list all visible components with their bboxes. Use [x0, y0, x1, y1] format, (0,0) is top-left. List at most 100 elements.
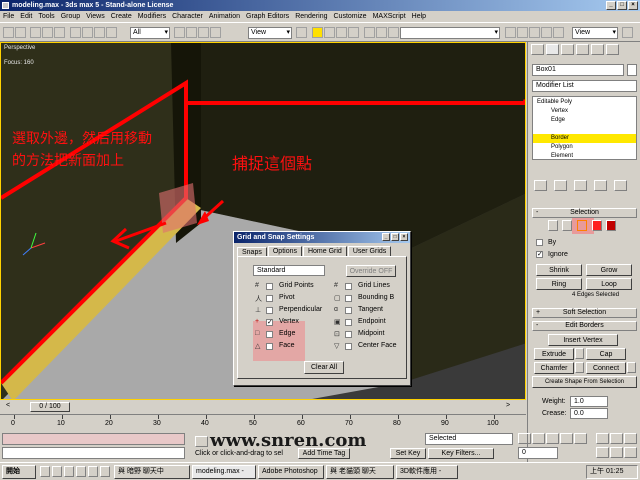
extrude-settings-icon[interactable] [575, 348, 584, 359]
select-object-icon[interactable] [70, 27, 81, 38]
stack-item-element[interactable]: Element [551, 152, 573, 161]
set-key-button[interactable]: Set Key [390, 448, 426, 459]
mirror-icon[interactable] [364, 27, 375, 38]
edit-borders-rollout[interactable]: - Edit Borders [532, 321, 637, 331]
face-checkbox[interactable] [266, 343, 273, 350]
quick-launch-icon[interactable] [76, 466, 86, 477]
material-editor-icon[interactable] [529, 27, 540, 38]
next-frame-icon[interactable]: > [506, 402, 518, 412]
utilities-tab-icon[interactable] [606, 44, 619, 55]
select-and-move-icon[interactable] [174, 27, 185, 38]
zoom-all-icon[interactable] [610, 433, 623, 444]
schematic-view-icon[interactable] [517, 27, 528, 38]
reference-coordinate-dropdown[interactable]: View [248, 27, 292, 39]
align-icon[interactable] [376, 27, 387, 38]
maximize-button[interactable]: □ [617, 1, 627, 10]
stack-item-editable-poly[interactable]: Editable Poly [537, 98, 572, 107]
menu-character[interactable]: Character [172, 13, 203, 20]
polygon-mode-icon[interactable] [592, 220, 602, 231]
previous-frame-icon[interactable] [532, 433, 545, 444]
weight-field[interactable]: 1.0 [570, 396, 608, 407]
menu-modifiers[interactable]: Modifiers [138, 13, 166, 20]
stack-item-polygon[interactable]: Polygon [551, 143, 573, 152]
element-mode-icon[interactable] [606, 220, 616, 231]
menu-help[interactable]: Help [412, 13, 426, 20]
by-vertex-checkbox[interactable] [536, 239, 543, 246]
tangent-checkbox[interactable] [345, 307, 352, 314]
minimize-button[interactable]: _ [606, 1, 616, 10]
window-crossing-icon[interactable] [106, 27, 117, 38]
snap-toggle-icon[interactable] [312, 27, 323, 38]
edge-mode-icon[interactable] [562, 220, 572, 231]
bind-space-warp-icon[interactable] [54, 27, 65, 38]
named-selection-dropdown[interactable] [400, 27, 500, 39]
clear-all-button[interactable]: Clear All [304, 361, 344, 374]
chamfer-button[interactable]: Chamfer [534, 362, 574, 374]
task-browser[interactable]: 3D軟件應用 - [396, 465, 458, 479]
shrink-button[interactable]: Shrink [536, 264, 582, 276]
select-and-rotate-icon[interactable] [186, 27, 197, 38]
maxscript-listener[interactable] [2, 433, 185, 445]
extrude-button[interactable]: Extrude [534, 348, 574, 360]
selection-filter-dropdown[interactable]: All [130, 27, 170, 39]
dialog-maximize-button[interactable]: □ [391, 233, 399, 241]
menu-graph-editors[interactable]: Graph Editors [246, 13, 289, 20]
undo-icon[interactable] [3, 27, 14, 38]
stack-item-border[interactable]: Border [551, 134, 569, 143]
configure-sets-icon[interactable] [614, 180, 627, 191]
vertex-checkbox[interactable]: ✓ [266, 319, 273, 326]
tab-options[interactable]: Options [267, 246, 302, 256]
menu-group[interactable]: Group [61, 13, 80, 20]
pan-icon[interactable] [610, 447, 623, 458]
quick-launch-icon[interactable] [100, 466, 110, 477]
pivot-center-icon[interactable] [296, 27, 307, 38]
bounding-box-checkbox[interactable] [345, 295, 352, 302]
loop-button[interactable]: Loop [586, 278, 632, 290]
soft-selection-rollout[interactable]: + Soft Selection [532, 308, 637, 318]
select-and-scale-icon[interactable] [198, 27, 209, 38]
border-mode-icon[interactable] [577, 220, 587, 231]
spinner-snap-icon[interactable] [348, 27, 359, 38]
maxscript-output[interactable] [2, 447, 185, 459]
object-name-field[interactable]: Box01 [532, 64, 624, 76]
quick-launch-icon[interactable] [88, 466, 98, 477]
display-tab-icon[interactable] [591, 44, 604, 55]
override-button[interactable]: Override OFF [346, 265, 396, 277]
link-icon[interactable] [30, 27, 41, 38]
crease-field[interactable]: 0.0 [570, 408, 608, 419]
field-of-view-icon[interactable] [596, 447, 609, 458]
remove-modifier-icon[interactable] [594, 180, 607, 191]
cap-button[interactable]: Cap [586, 348, 626, 360]
curve-editor-icon[interactable] [505, 27, 516, 38]
close-button[interactable]: × [628, 1, 638, 10]
ignore-backfacing-checkbox[interactable]: ✓ [536, 251, 543, 258]
grid-points-checkbox[interactable] [266, 283, 273, 290]
angle-snap-icon[interactable] [324, 27, 335, 38]
select-region-icon[interactable] [94, 27, 105, 38]
select-manipulate-icon[interactable] [210, 27, 221, 38]
time-slider-handle[interactable]: 0 / 100 [30, 402, 70, 412]
current-frame-field[interactable]: 0 [518, 447, 558, 459]
menu-customize[interactable]: Customize [334, 13, 367, 20]
zoom-icon[interactable] [596, 433, 609, 444]
tab-user-grids[interactable]: User Grids [347, 246, 392, 256]
show-end-result-icon[interactable] [554, 180, 567, 191]
key-mode-dropdown[interactable]: Selected [425, 433, 513, 445]
insert-vertex-button[interactable]: Insert Vertex [548, 334, 618, 346]
dialog-minimize-button[interactable]: _ [382, 233, 390, 241]
quick-launch-icon[interactable] [64, 466, 74, 477]
modifier-list-dropdown[interactable]: Modifier List [532, 80, 637, 92]
dialog-title-bar[interactable]: Grid and Snap Settings _ □ × [234, 232, 410, 243]
render-scene-icon[interactable] [541, 27, 552, 38]
redo-icon[interactable] [15, 27, 26, 38]
track-bar[interactable]: 0 10 20 30 40 50 60 70 80 90 100 [0, 414, 526, 430]
tab-home-grid[interactable]: Home Grid [302, 246, 347, 256]
object-color-swatch[interactable] [627, 64, 637, 76]
percent-snap-icon[interactable] [336, 27, 347, 38]
menu-create[interactable]: Create [111, 13, 132, 20]
start-button[interactable]: 開始 [2, 465, 36, 479]
zoom-extents-icon[interactable] [624, 433, 637, 444]
connect-button[interactable]: Connect [586, 362, 626, 374]
snap-type-dropdown[interactable]: Standard [253, 265, 325, 276]
endpoint-checkbox[interactable] [345, 319, 352, 326]
